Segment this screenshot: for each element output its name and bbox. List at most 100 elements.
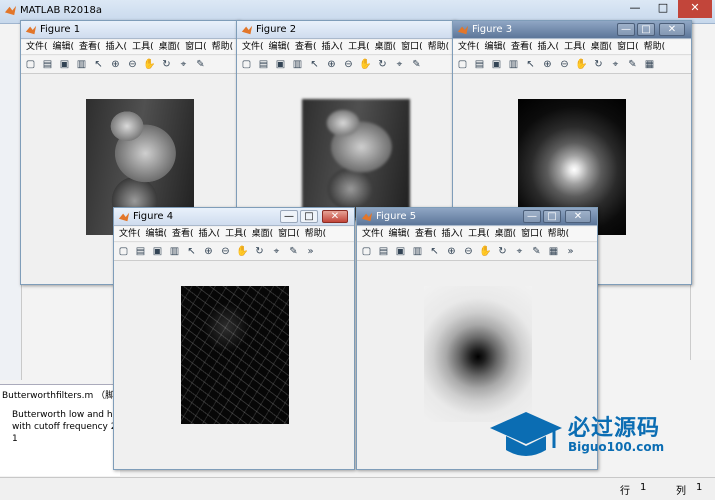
brush-icon[interactable]: ✎: [530, 245, 543, 259]
menu-insert[interactable]: 插入(: [106, 40, 128, 54]
menu-help[interactable]: 帮助(: [644, 40, 666, 54]
editor-line[interactable]: Butterworth low and hig: [12, 410, 121, 420]
editor-line[interactable]: 1: [12, 434, 18, 444]
menu-desktop[interactable]: 桌面(: [591, 40, 613, 54]
figure-window-4[interactable]: Figure 4 — □ ✕ 文件(编辑(查看(插入(工具(桌面(窗口(帮助( …: [113, 207, 355, 470]
save-icon[interactable]: ▣: [394, 245, 407, 259]
menu-insert[interactable]: 插入(: [322, 40, 344, 54]
rotate-icon[interactable]: ↻: [496, 245, 509, 259]
figure-maximize-button[interactable]: □: [300, 210, 318, 223]
zoom-out-icon[interactable]: ⊖: [219, 245, 232, 259]
menu-tools[interactable]: 工具(: [468, 227, 490, 241]
open-folder-icon[interactable]: ▤: [473, 58, 486, 72]
overflow-icon[interactable]: »: [564, 245, 577, 259]
figure-title-bar[interactable]: Figure 3 — □ ✕: [453, 21, 691, 39]
colorbar-icon[interactable]: ▦: [643, 58, 656, 72]
brush-icon[interactable]: ✎: [194, 58, 207, 72]
figure-title-bar[interactable]: Figure 1: [21, 21, 239, 39]
save-icon[interactable]: ▣: [490, 58, 503, 72]
open-folder-icon[interactable]: ▤: [134, 245, 147, 259]
new-file-icon[interactable]: ▢: [240, 58, 253, 72]
brush-icon[interactable]: ✎: [410, 58, 423, 72]
menu-file[interactable]: 文件(: [458, 40, 480, 54]
figure-title-bar[interactable]: Figure 5 — □ ✕: [357, 208, 597, 226]
pointer-icon[interactable]: ↖: [428, 245, 441, 259]
brush-icon[interactable]: ✎: [626, 58, 639, 72]
menu-edit[interactable]: 编辑(: [269, 40, 291, 54]
pan-hand-icon[interactable]: ✋: [575, 58, 588, 72]
figure-title-bar[interactable]: Figure 4 — □ ✕: [114, 208, 354, 226]
menu-edit[interactable]: 编辑(: [389, 227, 411, 241]
menu-desktop[interactable]: 桌面(: [495, 227, 517, 241]
open-folder-icon[interactable]: ▤: [257, 58, 270, 72]
figure-minimize-button[interactable]: —: [523, 210, 541, 223]
new-file-icon[interactable]: ▢: [117, 245, 130, 259]
menu-insert[interactable]: 插入(: [538, 40, 560, 54]
menu-insert[interactable]: 插入(: [442, 227, 464, 241]
save-icon[interactable]: ▣: [274, 58, 287, 72]
menu-file[interactable]: 文件(: [362, 227, 384, 241]
pan-hand-icon[interactable]: ✋: [236, 245, 249, 259]
figure-minimize-button[interactable]: —: [280, 210, 298, 223]
pointer-icon[interactable]: ↖: [185, 245, 198, 259]
pointer-icon[interactable]: ↖: [308, 58, 321, 72]
print-icon[interactable]: ▥: [507, 58, 520, 72]
zoom-out-icon[interactable]: ⊖: [558, 58, 571, 72]
menu-file[interactable]: 文件(: [242, 40, 264, 54]
menu-insert[interactable]: 插入(: [199, 227, 221, 241]
print-icon[interactable]: ▥: [411, 245, 424, 259]
data-cursor-icon[interactable]: ⌖: [270, 245, 283, 259]
pointer-icon[interactable]: ↖: [524, 58, 537, 72]
print-icon[interactable]: ▥: [291, 58, 304, 72]
menu-file[interactable]: 文件(: [119, 227, 141, 241]
rotate-icon[interactable]: ↻: [376, 58, 389, 72]
zoom-out-icon[interactable]: ⊖: [126, 58, 139, 72]
rotate-icon[interactable]: ↻: [253, 245, 266, 259]
zoom-in-icon[interactable]: ⊕: [109, 58, 122, 72]
menu-desktop[interactable]: 桌面(: [375, 40, 397, 54]
menu-view[interactable]: 查看(: [79, 40, 101, 54]
figure-window-2[interactable]: Figure 2 文件(编辑(查看(插入(工具(桌面(窗口(帮助( ▢ ▤ ▣ ▥ ↖ ⊕…: [236, 20, 456, 220]
rotate-icon[interactable]: ↻: [592, 58, 605, 72]
editor-line[interactable]: with cutoff frequency 20: [12, 422, 122, 432]
menu-view[interactable]: 查看(: [172, 227, 194, 241]
main-close-button[interactable]: ✕: [678, 0, 712, 18]
menu-tools[interactable]: 工具(: [348, 40, 370, 54]
menu-view[interactable]: 查看(: [511, 40, 533, 54]
zoom-in-icon[interactable]: ⊕: [445, 245, 458, 259]
menu-edit[interactable]: 编辑(: [53, 40, 75, 54]
menu-window[interactable]: 窗口(: [521, 227, 543, 241]
figure-maximize-button[interactable]: □: [637, 23, 655, 36]
menu-help[interactable]: 帮助(: [305, 227, 327, 241]
menu-view[interactable]: 查看(: [295, 40, 317, 54]
save-icon[interactable]: ▣: [151, 245, 164, 259]
menu-window[interactable]: 窗口(: [185, 40, 207, 54]
menu-file[interactable]: 文件(: [26, 40, 48, 54]
open-folder-icon[interactable]: ▤: [377, 245, 390, 259]
figure-title-bar[interactable]: Figure 2: [237, 21, 455, 39]
menu-window[interactable]: 窗口(: [617, 40, 639, 54]
editor-file-tab[interactable]: Butterworthfilters.m （脚本: [2, 388, 123, 401]
zoom-out-icon[interactable]: ⊖: [342, 58, 355, 72]
data-cursor-icon[interactable]: ⌖: [513, 245, 526, 259]
main-maximize-button[interactable]: □: [650, 0, 676, 18]
zoom-in-icon[interactable]: ⊕: [202, 245, 215, 259]
menu-help[interactable]: 帮助(: [212, 40, 234, 54]
menu-tools[interactable]: 工具(: [132, 40, 154, 54]
figure-close-button[interactable]: ✕: [565, 210, 591, 223]
data-cursor-icon[interactable]: ⌖: [177, 58, 190, 72]
menu-tools[interactable]: 工具(: [564, 40, 586, 54]
print-icon[interactable]: ▥: [75, 58, 88, 72]
menu-edit[interactable]: 编辑(: [146, 227, 168, 241]
menu-window[interactable]: 窗口(: [278, 227, 300, 241]
main-minimize-button[interactable]: —: [622, 0, 648, 18]
menu-help[interactable]: 帮助(: [548, 227, 570, 241]
figure-maximize-button[interactable]: □: [543, 210, 561, 223]
colorbar-icon[interactable]: ▦: [547, 245, 560, 259]
menu-help[interactable]: 帮助(: [428, 40, 450, 54]
pan-hand-icon[interactable]: ✋: [143, 58, 156, 72]
save-icon[interactable]: ▣: [58, 58, 71, 72]
pan-hand-icon[interactable]: ✋: [359, 58, 372, 72]
figure-minimize-button[interactable]: —: [617, 23, 635, 36]
menu-view[interactable]: 查看(: [415, 227, 437, 241]
